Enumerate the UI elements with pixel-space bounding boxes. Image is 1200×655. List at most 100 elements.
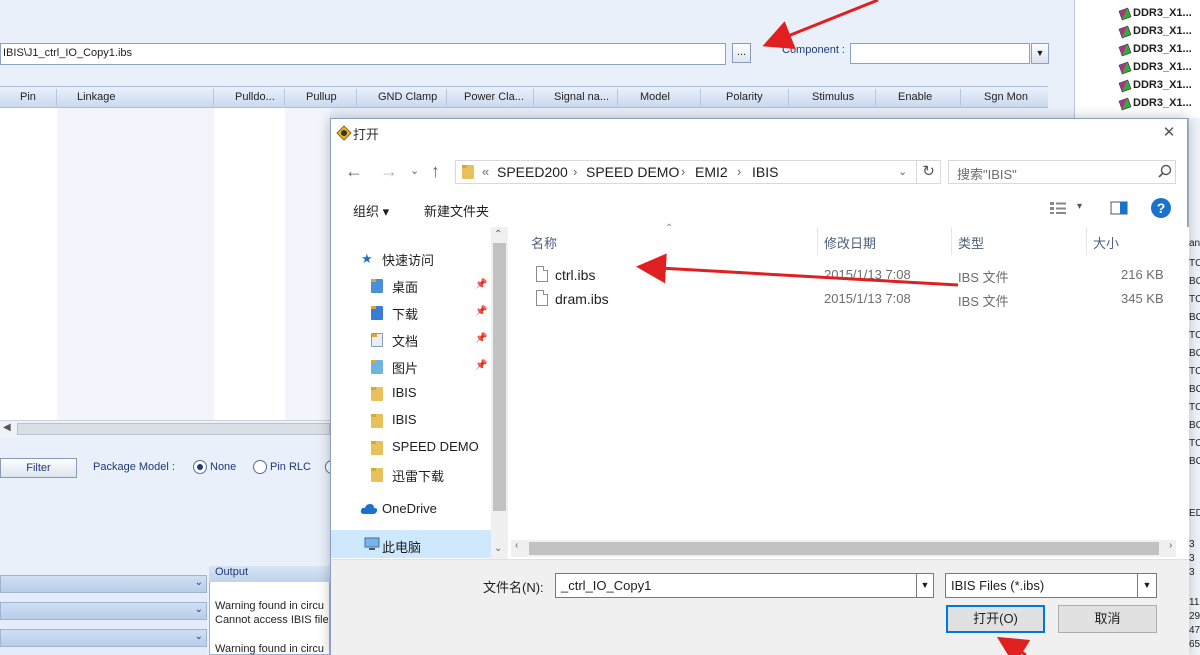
scroll-right-icon[interactable]: › xyxy=(1169,540,1172,551)
scroll-left-icon[interactable]: ◀ xyxy=(3,422,11,433)
address-bar[interactable]: « SPEED200 › SPEED DEMO › EMI2 › IBIS ⌄ xyxy=(455,160,917,184)
pin-icon[interactable]: 📌 xyxy=(475,279,487,290)
column-header-polarity[interactable]: Polarity xyxy=(726,91,763,103)
folder-icon xyxy=(462,165,474,179)
browse-button[interactable]: ... xyxy=(732,43,751,63)
file-date: 2015/1/13 7:08 xyxy=(824,291,911,306)
column-header-enable[interactable]: Enable xyxy=(898,91,932,103)
pictures-icon xyxy=(371,360,383,377)
filter-button[interactable]: Filter xyxy=(0,458,77,478)
filename-input[interactable]: _ctrl_IO_Copy1 xyxy=(555,573,917,598)
scroll-left-icon[interactable]: ‹ xyxy=(515,540,518,551)
nav-item-pictures[interactable]: 图片 xyxy=(392,358,418,377)
help-icon[interactable]: ? xyxy=(1151,198,1171,218)
ibis-path-input[interactable]: IBIS\J1_ctrl_IO_Copy1.ibs xyxy=(0,43,726,65)
sort-indicator-icon: ⌃ xyxy=(665,223,674,234)
tree-item[interactable]: DDR3_X1... xyxy=(1133,97,1192,109)
column-header-pulldown[interactable]: Pulldo... xyxy=(235,91,275,103)
breadcrumb-item[interactable]: IBIS xyxy=(752,164,778,180)
collapse-row[interactable]: ⌄ xyxy=(0,602,207,620)
strip-text: TC xyxy=(1189,366,1200,377)
column-header-pin[interactable]: Pin xyxy=(20,91,36,103)
back-arrow-icon[interactable]: ← xyxy=(345,161,363,181)
tree-item[interactable]: DDR3_X1... xyxy=(1133,79,1192,91)
pin-icon[interactable]: 📌 xyxy=(475,333,487,344)
breadcrumb-overflow[interactable]: « xyxy=(482,164,489,179)
scrollbar-thumb[interactable] xyxy=(17,423,330,435)
strip-text: 3 xyxy=(1189,539,1195,550)
view-dropdown-icon[interactable]: ▾ xyxy=(1077,201,1082,212)
output-line: Warning found in circu xyxy=(215,643,325,655)
pin-icon[interactable]: 📌 xyxy=(475,360,487,371)
column-header-power-clamp[interactable]: Power Cla... xyxy=(464,91,524,103)
forward-arrow-icon[interactable]: → xyxy=(380,161,398,181)
column-header-name[interactable]: 名称 xyxy=(531,233,557,252)
nav-item-thunder-downloads[interactable]: 迅雷下载 xyxy=(392,466,444,485)
tree-item[interactable]: DDR3_X1... xyxy=(1133,61,1192,73)
chevron-right-icon[interactable]: › xyxy=(573,164,577,179)
view-options-icon[interactable] xyxy=(1049,201,1067,215)
up-arrow-icon[interactable]: ↑ xyxy=(431,161,440,181)
collapse-row[interactable]: ⌄ xyxy=(0,575,207,593)
column-header-type[interactable]: 类型 xyxy=(958,233,984,252)
file-hscrollbar-thumb[interactable] xyxy=(529,542,1159,555)
tree-item[interactable]: DDR3_X1... xyxy=(1133,7,1192,19)
search-icon[interactable] xyxy=(1157,163,1173,179)
strip-text: BC xyxy=(1189,384,1200,395)
preview-pane-icon[interactable] xyxy=(1110,201,1128,215)
new-folder-button[interactable]: 新建文件夹 xyxy=(424,201,489,220)
chevron-down-icon[interactable]: ⌄ xyxy=(898,165,907,178)
nav-item-ibis-2[interactable]: IBIS xyxy=(392,412,417,427)
column-header-date[interactable]: 修改日期 xyxy=(824,233,876,252)
radio-pin-rlc[interactable] xyxy=(253,460,267,474)
nav-item-speed-demo[interactable]: SPEED DEMO xyxy=(392,439,479,454)
package-model-label: Package Model : xyxy=(93,461,175,473)
breadcrumb-item[interactable]: SPEED DEMO xyxy=(586,164,679,180)
tree-item[interactable]: DDR3_X1... xyxy=(1133,25,1192,37)
collapse-row[interactable]: ⌄ xyxy=(0,629,207,647)
breadcrumb-item[interactable]: SPEED200 xyxy=(497,164,568,180)
nav-item-ibis[interactable]: IBIS xyxy=(392,385,417,400)
filetype-select[interactable]: IBIS Files (*.ibs) xyxy=(945,573,1138,598)
close-icon[interactable]: ✕ xyxy=(1157,123,1181,143)
column-header-linkage[interactable]: Linkage xyxy=(77,91,116,103)
cancel-button[interactable]: 取消 xyxy=(1058,605,1157,633)
file-name[interactable]: dram.ibs xyxy=(555,291,609,307)
recent-locations-icon[interactable]: ⌄ xyxy=(410,161,419,181)
chevron-down-icon[interactable]: ▼ xyxy=(917,573,934,598)
column-header-gnd-clamp[interactable]: GND Clamp xyxy=(378,91,437,103)
nav-item-desktop[interactable]: 桌面 xyxy=(392,277,418,296)
strip-text: ED xyxy=(1189,508,1200,519)
nav-scrollbar-thumb[interactable] xyxy=(493,243,506,511)
chevron-right-icon[interactable]: › xyxy=(681,164,685,179)
open-file-dialog: 打开 ✕ ← → ⌄ ↑ « SPEED200 › SPEED DEMO › E… xyxy=(330,118,1189,655)
nav-this-pc[interactable]: 此电脑 xyxy=(382,537,421,556)
scroll-up-icon[interactable]: ⌃ xyxy=(494,229,502,240)
chevron-down-icon[interactable]: ▼ xyxy=(1031,43,1049,64)
nav-quick-access[interactable]: 快速访问 xyxy=(382,250,434,269)
column-header-model[interactable]: Model xyxy=(640,91,670,103)
column-header-stimulus[interactable]: Stimulus xyxy=(812,91,854,103)
organize-button[interactable]: 组织 ▾ xyxy=(353,201,389,220)
column-header-size[interactable]: 大小 xyxy=(1093,233,1119,252)
file-name[interactable]: ctrl.ibs xyxy=(555,267,595,283)
strip-text: BC xyxy=(1189,276,1200,287)
column-header-pullup[interactable]: Pullup xyxy=(306,91,337,103)
chevron-right-icon[interactable]: › xyxy=(737,164,741,179)
nav-item-documents[interactable]: 文档 xyxy=(392,331,418,350)
nav-item-downloads[interactable]: 下载 xyxy=(392,304,418,323)
radio-none[interactable] xyxy=(193,460,207,474)
chevron-down-icon[interactable]: ▼ xyxy=(1138,573,1157,598)
strip-text: TC xyxy=(1189,294,1200,305)
strip-text: BC xyxy=(1189,348,1200,359)
tree-item[interactable]: DDR3_X1... xyxy=(1133,43,1192,55)
scroll-down-icon[interactable]: ⌄ xyxy=(494,543,502,554)
component-select[interactable] xyxy=(850,43,1030,64)
open-button[interactable]: 打开(O) xyxy=(946,605,1045,633)
refresh-icon[interactable]: ↻ xyxy=(917,160,941,184)
breadcrumb-item[interactable]: EMI2 xyxy=(695,164,728,180)
column-header-signal-name[interactable]: Signal na... xyxy=(554,91,609,103)
nav-onedrive[interactable]: OneDrive xyxy=(382,501,437,516)
pin-icon[interactable]: 📌 xyxy=(475,306,487,317)
column-header-sgn-mon[interactable]: Sgn Mon xyxy=(984,91,1028,103)
